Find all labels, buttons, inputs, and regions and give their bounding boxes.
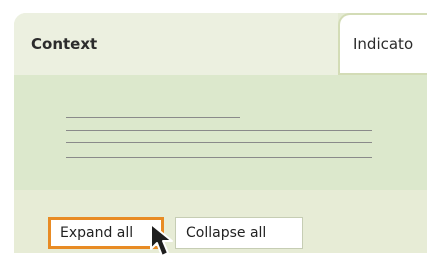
text-placeholder-line (66, 142, 372, 143)
context-panel: Context Indicato Expand all Collapse all (14, 13, 427, 253)
tab-bar: Context Indicato (14, 13, 427, 75)
tab-indicators[interactable]: Indicato (338, 13, 427, 75)
expand-all-button[interactable]: Expand all (48, 217, 164, 249)
text-placeholder-line (66, 130, 372, 131)
context-content (14, 75, 427, 190)
tab-context[interactable]: Context (14, 13, 338, 75)
collapse-all-button[interactable]: Collapse all (175, 217, 303, 249)
action-bar: Expand all Collapse all (14, 190, 427, 253)
text-placeholder-line (66, 157, 372, 158)
tab-context-label: Context (31, 35, 98, 53)
text-placeholder-line (66, 117, 240, 118)
tab-indicators-label: Indicato (353, 35, 414, 53)
